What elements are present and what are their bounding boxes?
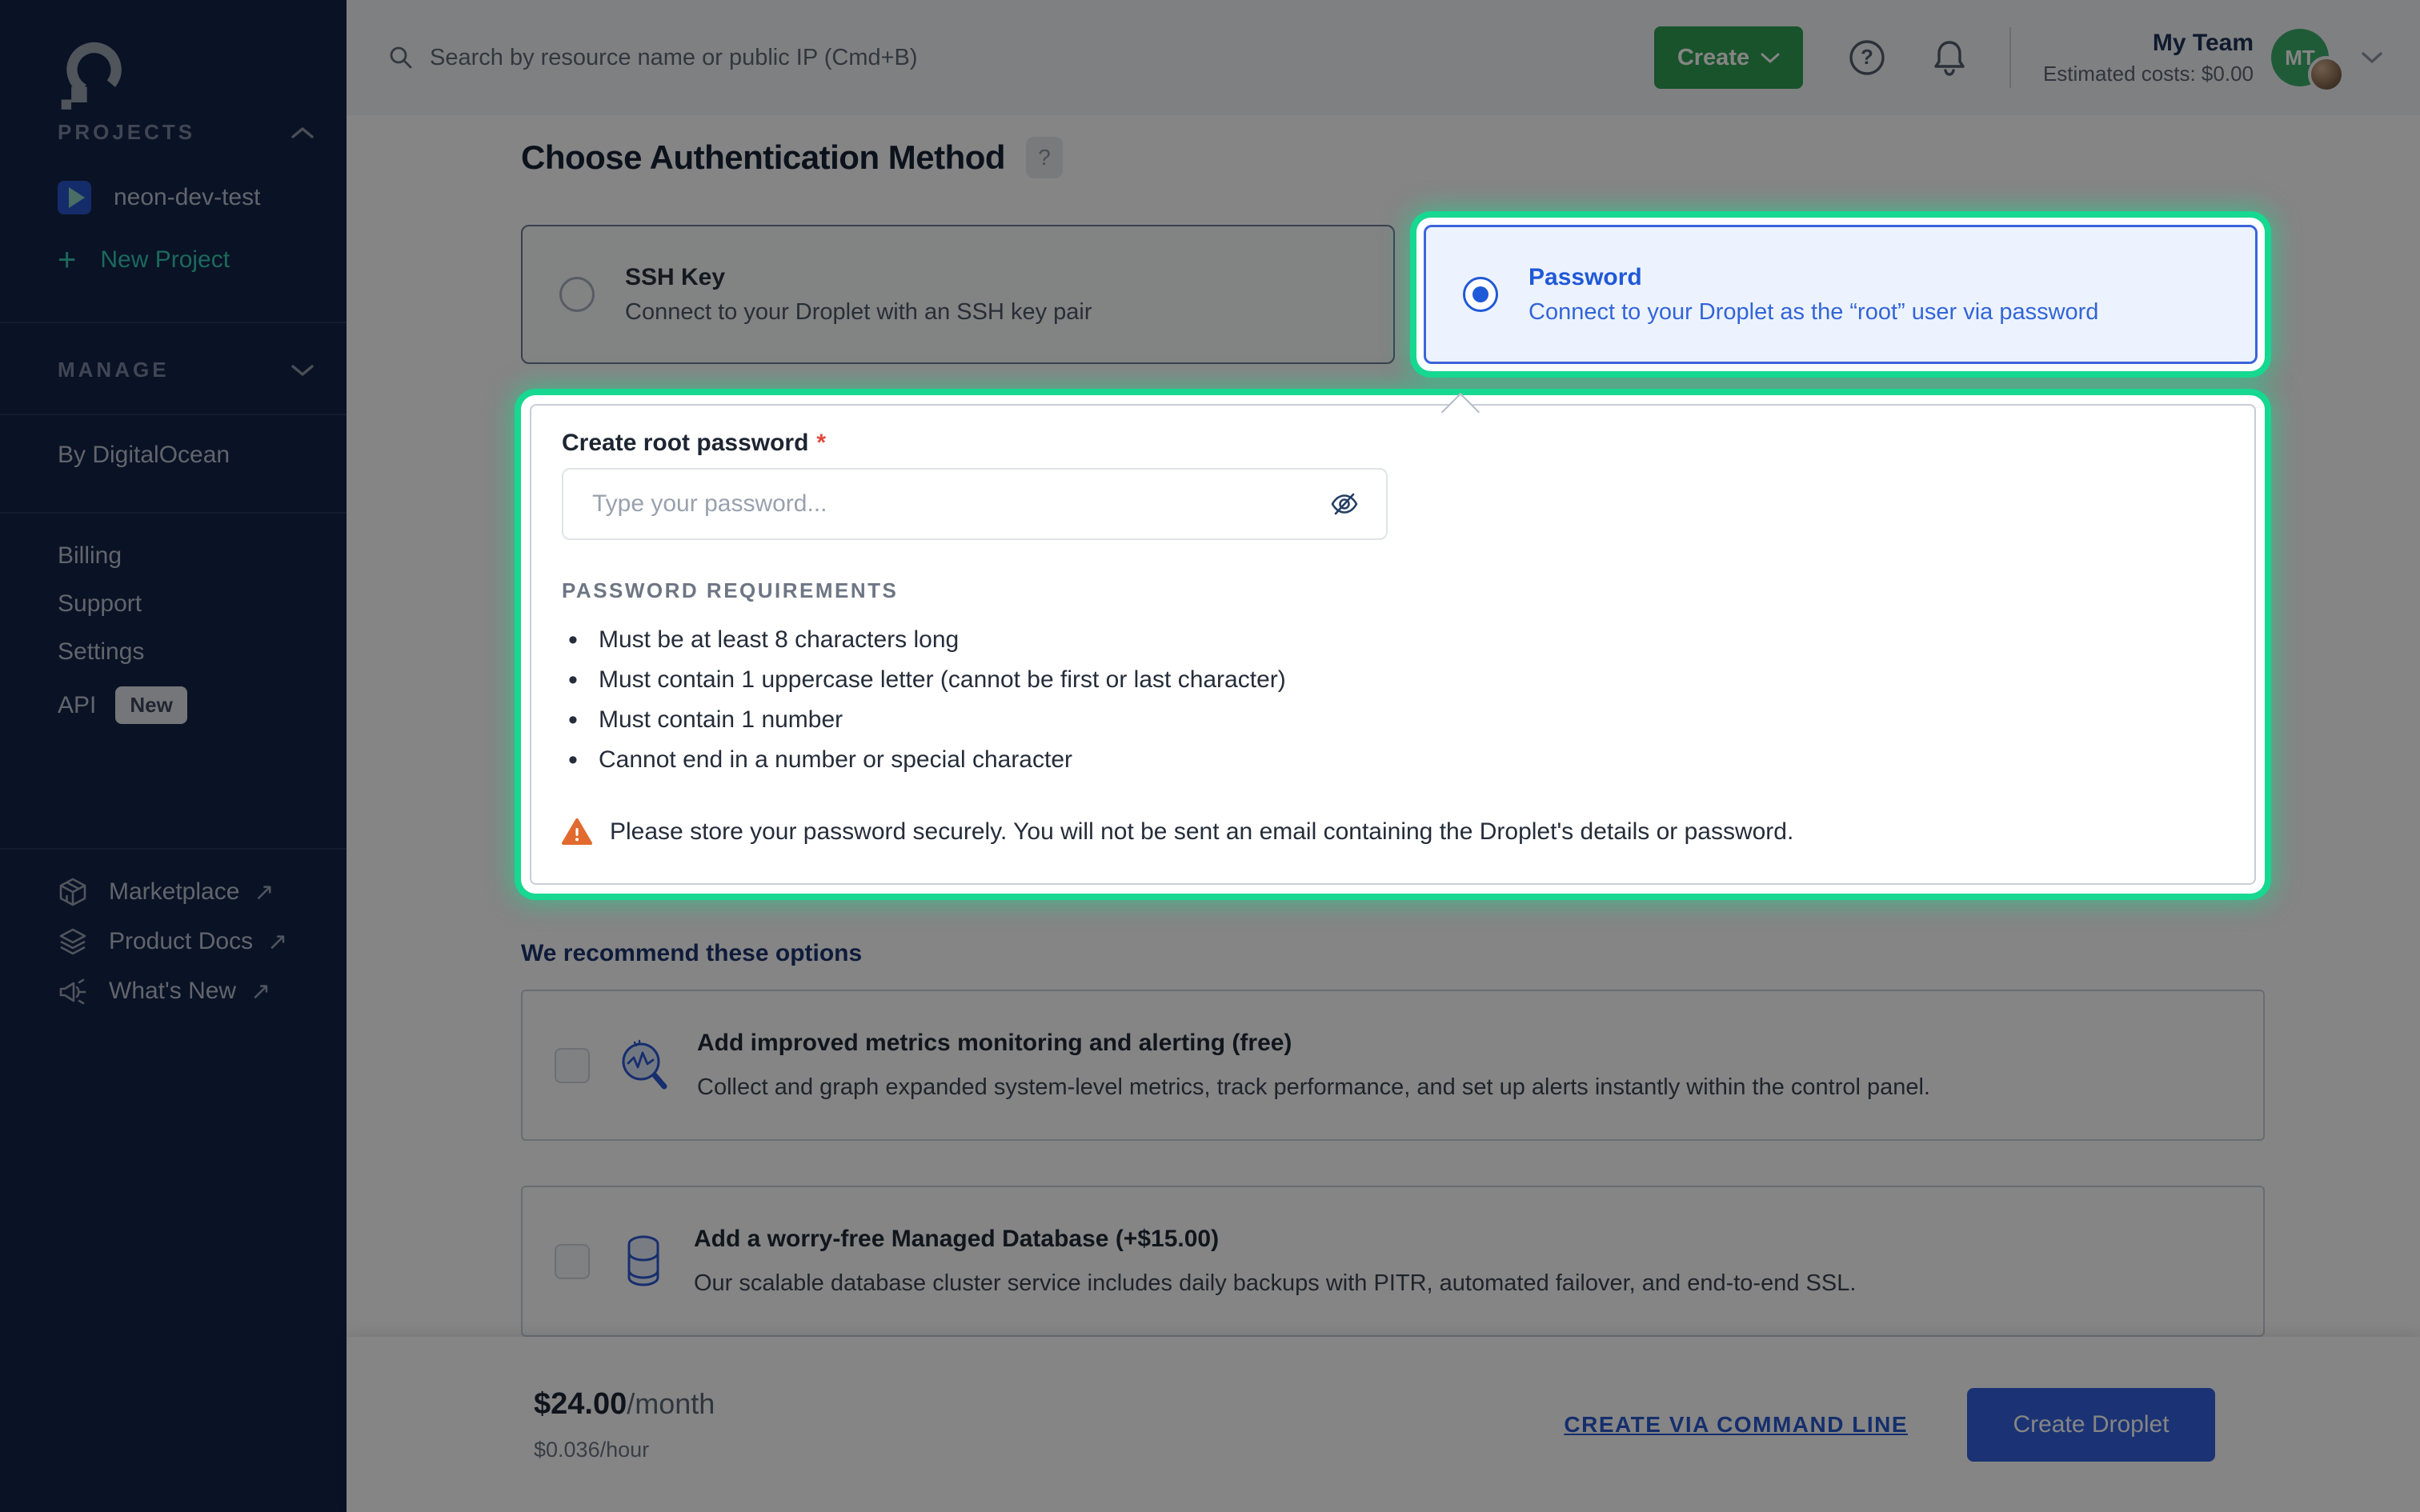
password-card[interactable]: Password Connect to your Droplet as the … xyxy=(1424,225,2258,364)
password-warning: Please store your password securely. You… xyxy=(610,818,1793,846)
requirements-header: PASSWORD REQUIREMENTS xyxy=(562,578,2222,603)
password-card-subtitle: Connect to your Droplet as the “root” us… xyxy=(1529,299,2098,326)
requirement-item: Cannot end in a number or special charac… xyxy=(562,747,2222,773)
password-card-highlight: Password Connect to your Droplet as the … xyxy=(1416,218,2265,371)
warning-icon xyxy=(562,818,592,846)
requirements-list: Must be at least 8 characters long Must … xyxy=(562,627,2222,773)
password-input[interactable] xyxy=(562,468,1388,540)
password-radio[interactable] xyxy=(1463,277,1498,312)
requirement-item: Must be at least 8 characters long xyxy=(562,627,2222,653)
app-root: PROJECTS neon-dev-test + New Project MAN… xyxy=(0,0,2420,1512)
password-label: Create root password xyxy=(562,430,808,457)
requirement-item: Must contain 1 number xyxy=(562,707,2222,733)
password-card-title: Password xyxy=(1529,264,2098,291)
required-asterisk: * xyxy=(816,430,826,457)
password-panel-highlight: Create root password * PASSWORD REQUIREM… xyxy=(521,395,2265,894)
eye-slash-icon[interactable] xyxy=(1328,488,1360,520)
requirement-item: Must contain 1 uppercase letter (cannot … xyxy=(562,667,2222,693)
password-panel: Create root password * PASSWORD REQUIREM… xyxy=(530,404,2256,885)
